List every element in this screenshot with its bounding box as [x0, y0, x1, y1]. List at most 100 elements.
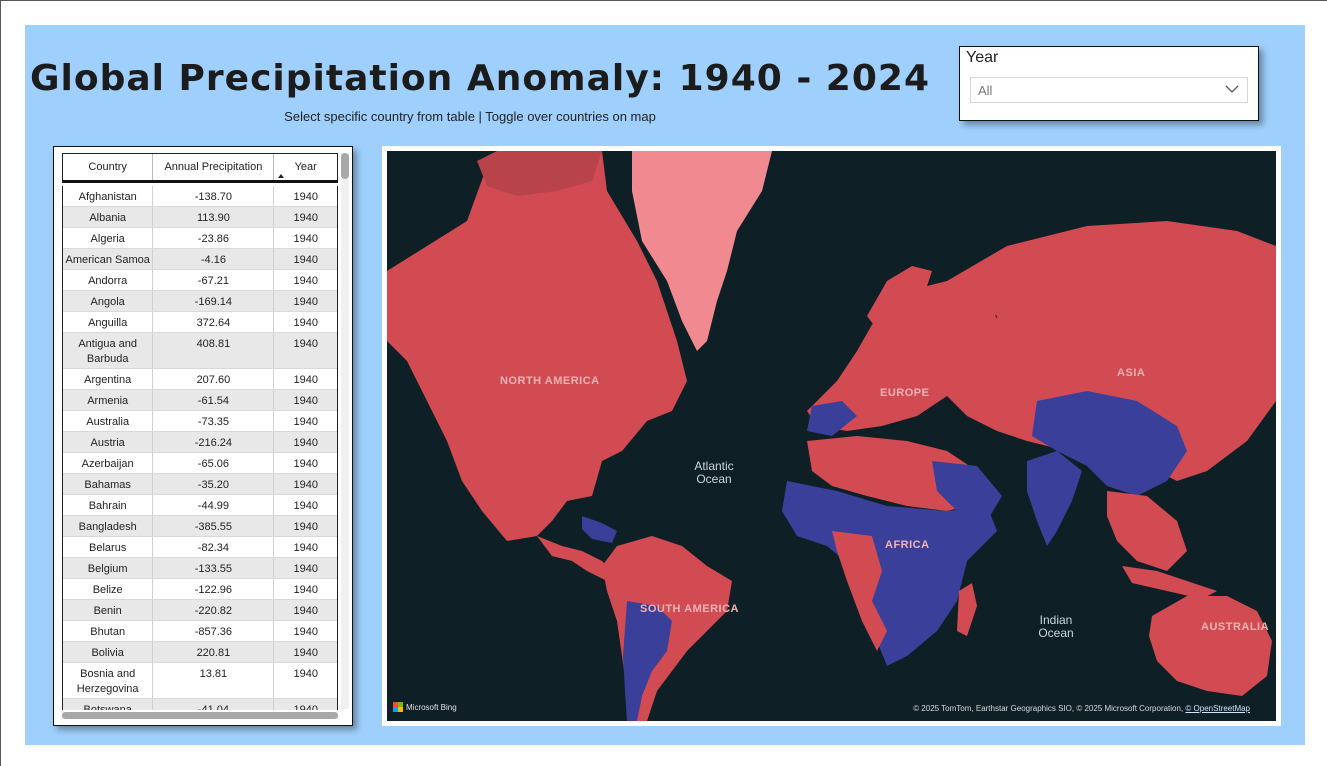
table-row[interactable]: Benin -220.82 1940	[63, 600, 337, 621]
table-row[interactable]: Afghanistan -138.70 1940	[63, 186, 337, 207]
chevron-down-icon	[1225, 85, 1239, 93]
cell-year: 1940	[293, 563, 318, 575]
cell-country: Afghanistan	[63, 186, 154, 206]
vertical-scroll-thumb[interactable]	[341, 153, 349, 179]
map-canvas[interactable]	[387, 151, 1276, 721]
horizontal-scrollbar[interactable]	[62, 712, 338, 719]
table-row[interactable]: Angola -169.14 1940	[63, 291, 337, 312]
label-africa: AFRICA	[885, 539, 930, 551]
table-row[interactable]: Belarus -82.34 1940	[63, 537, 337, 558]
label-australia: AUSTRALIA	[1201, 621, 1270, 633]
cell-country: Australia	[63, 411, 154, 431]
cell-country: American Samoa	[63, 249, 154, 269]
table-row[interactable]: Australia -73.35 1940	[63, 411, 337, 432]
table-row[interactable]: Bahamas -35.20 1940	[63, 474, 337, 495]
table-row[interactable]: Botswana -41.04 1940	[63, 699, 337, 710]
page-subtitle: Select specific country from table | Tog…	[284, 109, 656, 124]
cell-annual-precipitation: -65.06	[153, 453, 275, 473]
table-row[interactable]: Albania 113.90 1940	[63, 207, 337, 228]
choropleth-map[interactable]: NORTH AMERICA EUROPE ASIA AFRICA SOUTH A…	[387, 151, 1276, 721]
cell-year: 1940	[293, 191, 318, 203]
column-header-annual-precipitation[interactable]: Annual Precipitation	[153, 154, 275, 180]
table-row[interactable]: Andorra -67.21 1940	[63, 270, 337, 291]
label-north-america: NORTH AMERICA	[500, 375, 600, 387]
table-row[interactable]: Azerbaijan -65.06 1940	[63, 453, 337, 474]
cell-annual-precipitation: -4.16	[153, 249, 275, 269]
table-row[interactable]: Austria -216.24 1940	[63, 432, 337, 453]
table-row[interactable]: American Samoa -4.16 1940	[63, 249, 337, 270]
cell-annual-precipitation: -23.86	[153, 228, 275, 248]
cell-annual-precipitation: -169.14	[153, 291, 275, 311]
cell-year: 1940	[293, 212, 318, 224]
table-row[interactable]: Armenia -61.54 1940	[63, 390, 337, 411]
cell-year: 1940	[293, 704, 318, 710]
cell-annual-precipitation: -61.54	[153, 390, 275, 410]
cell-year: 1940	[293, 626, 318, 638]
cell-annual-precipitation: 220.81	[153, 642, 275, 662]
cell-country: Belize	[63, 579, 154, 599]
cell-annual-precipitation: -41.04	[153, 699, 275, 710]
microsoft-logo-icon	[393, 702, 403, 712]
table-row[interactable]: Anguilla 372.64 1940	[63, 312, 337, 333]
cell-country: Anguilla	[63, 312, 154, 332]
country-table: Country Annual Precipitation Year Afghan…	[53, 146, 353, 726]
cell-country: Belgium	[63, 558, 154, 578]
table-row[interactable]: Bolivia 220.81 1940	[63, 642, 337, 663]
cell-country: Algeria	[63, 228, 154, 248]
cell-year: 1940	[293, 395, 318, 407]
cell-annual-precipitation: -220.82	[153, 600, 275, 620]
label-europe: EUROPE	[880, 387, 930, 399]
table-row[interactable]: Bahrain -44.99 1940	[63, 495, 337, 516]
table-row[interactable]: Belgium -133.55 1940	[63, 558, 337, 579]
cell-country: Andorra	[63, 270, 154, 290]
cell-country: Bolivia	[63, 642, 154, 662]
label-indian-ocean: Indian Ocean	[1038, 613, 1074, 640]
cell-year: 1940	[293, 668, 318, 680]
cell-annual-precipitation: 13.81	[153, 663, 275, 698]
cell-year: 1940	[293, 584, 318, 596]
table-row[interactable]: Antigua and Barbuda 408.81 1940	[63, 333, 337, 369]
cell-country: Azerbaijan	[63, 453, 154, 473]
label-south-america: SOUTH AMERICA	[640, 603, 739, 615]
cell-annual-precipitation: 372.64	[153, 312, 275, 332]
cell-year: 1940	[293, 374, 318, 386]
cell-year: 1940	[293, 542, 318, 554]
cell-country: Bosnia and Herzegovina	[63, 663, 154, 698]
table-row[interactable]: Argentina 207.60 1940	[63, 369, 337, 390]
table-row[interactable]: Bhutan -857.36 1940	[63, 621, 337, 642]
vertical-scrollbar[interactable]	[341, 153, 349, 709]
table-row[interactable]: Algeria -23.86 1940	[63, 228, 337, 249]
label-atlantic-ocean: Atlantic Ocean	[694, 459, 734, 486]
cell-year: 1940	[293, 233, 318, 245]
cell-year: 1940	[293, 500, 318, 512]
cell-country: Albania	[63, 207, 154, 227]
cell-country: Bhutan	[63, 621, 154, 641]
cell-country: Botswana	[63, 699, 154, 710]
cell-annual-precipitation: -385.55	[153, 516, 275, 536]
cell-annual-precipitation: -35.20	[153, 474, 275, 494]
year-dropdown[interactable]: All	[970, 77, 1248, 103]
cell-country: Bahamas	[63, 474, 154, 494]
table-header: Country Annual Precipitation Year	[62, 153, 338, 183]
cell-year: 1940	[293, 317, 318, 329]
cell-annual-precipitation: -67.21	[153, 270, 275, 290]
cell-year: 1940	[293, 479, 318, 491]
cell-year: 1940	[293, 605, 318, 617]
cell-year: 1940	[293, 458, 318, 470]
table-row[interactable]: Bangladesh -385.55 1940	[63, 516, 337, 537]
cell-country: Antigua and Barbuda	[63, 333, 154, 368]
cell-year: 1940	[293, 521, 318, 533]
cell-country: Angola	[63, 291, 154, 311]
horizontal-scroll-thumb[interactable]	[62, 712, 338, 719]
openstreetmap-link[interactable]: © OpenStreetMap	[1185, 704, 1250, 713]
column-header-year[interactable]: Year	[274, 154, 337, 180]
year-slicer: Year All	[959, 46, 1259, 121]
cell-country: Argentina	[63, 369, 154, 389]
cell-annual-precipitation: -216.24	[153, 432, 275, 452]
table-row[interactable]: Bosnia and Herzegovina 13.81 1940	[63, 663, 337, 699]
cell-year: 1940	[293, 647, 318, 659]
cell-year: 1940	[293, 437, 318, 449]
table-row[interactable]: Belize -122.96 1940	[63, 579, 337, 600]
column-header-country[interactable]: Country	[63, 154, 154, 180]
cell-country: Austria	[63, 432, 154, 452]
